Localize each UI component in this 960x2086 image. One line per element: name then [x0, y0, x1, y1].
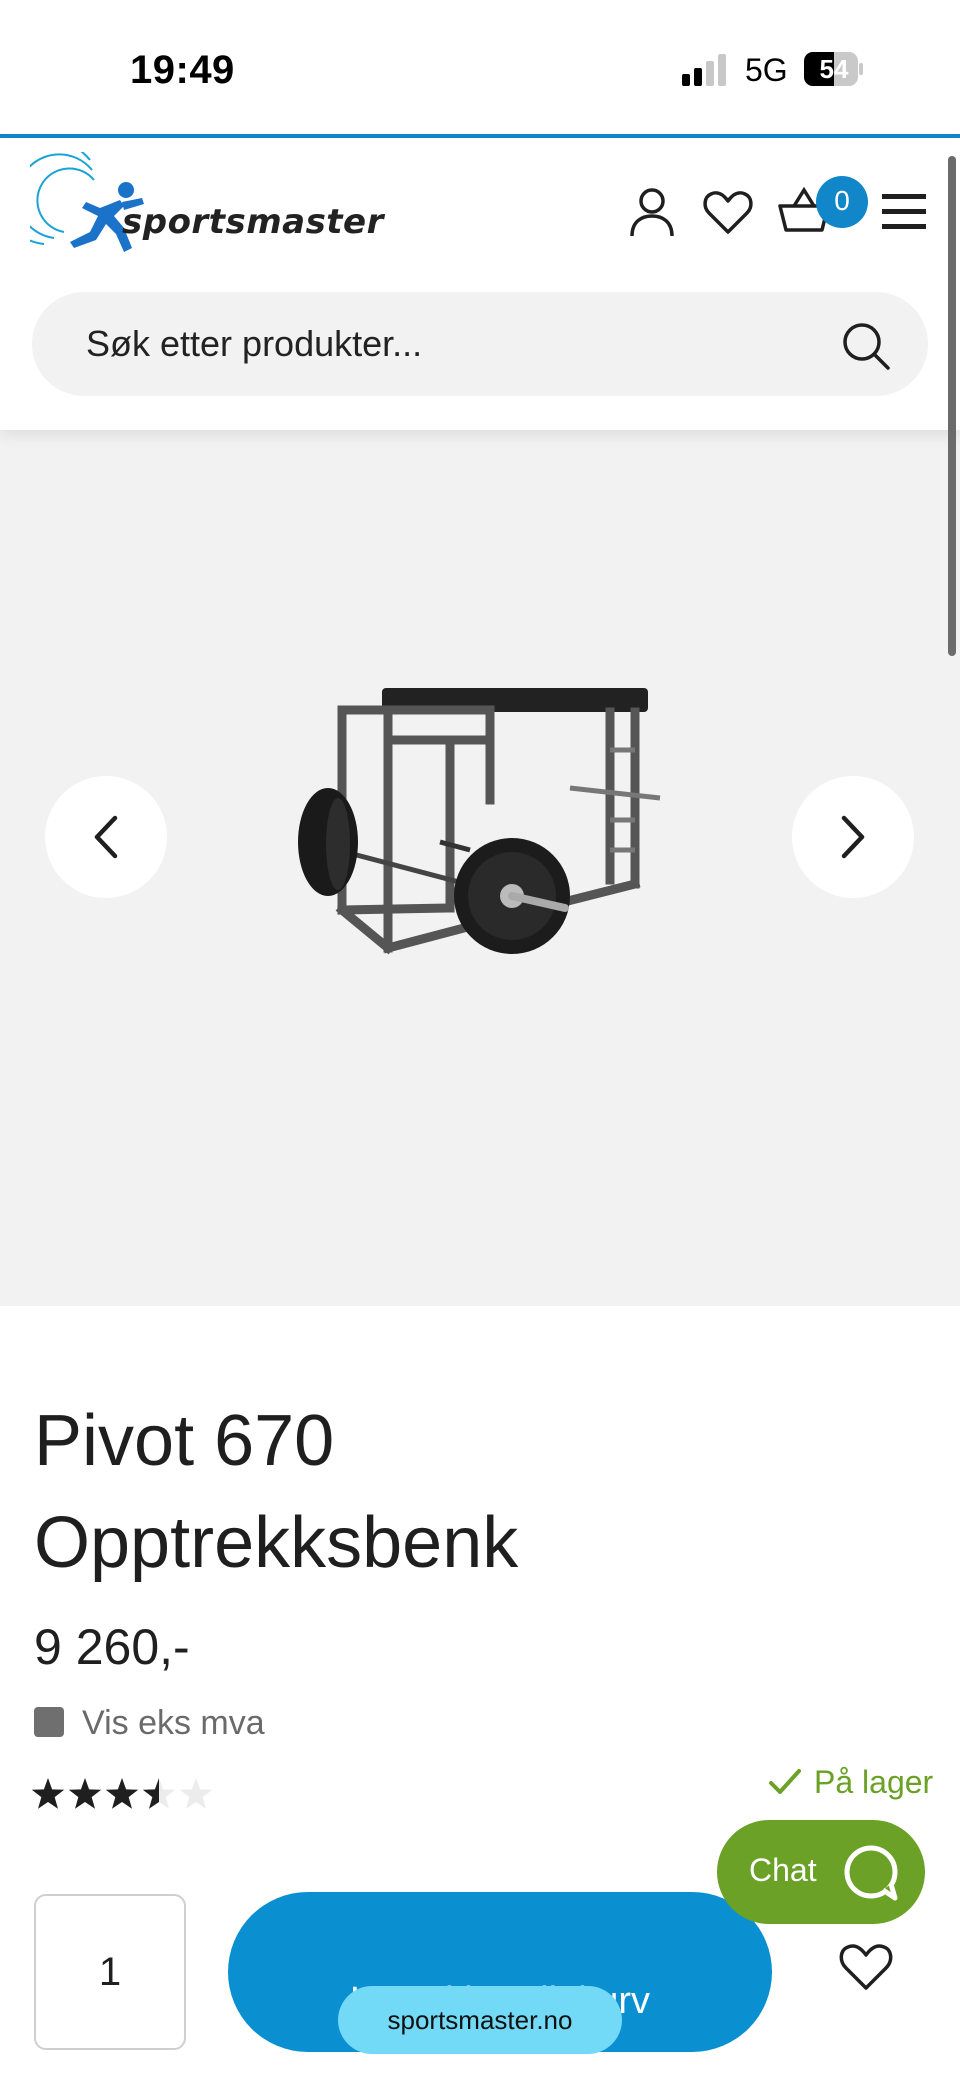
star-rating[interactable] [30, 1776, 216, 1812]
check-icon [769, 1769, 801, 1794]
quantity-field [34, 1894, 186, 2050]
product-title-line1: Pivot 670 [34, 1401, 335, 1481]
product-gallery [0, 430, 960, 1306]
vat-toggle-label[interactable]: Vis eks mva [82, 1704, 265, 1743]
network-type: 5G [745, 52, 788, 88]
account-icon[interactable] [624, 184, 680, 240]
chevron-left-icon [94, 815, 118, 859]
gallery-next-button[interactable] [792, 776, 914, 898]
chevron-right-icon [841, 815, 865, 859]
chat-button[interactable]: Chat [717, 1820, 925, 1924]
chat-label: Chat [749, 1852, 817, 1888]
status-bar: 19:49 5G 54 [0, 0, 960, 134]
product-title: Pivot 670 Opptrekksbenk [34, 1390, 914, 1594]
heart-icon[interactable] [836, 1938, 896, 1994]
star-filled [31, 1778, 65, 1809]
menu-icon[interactable] [878, 188, 930, 236]
gallery-prev-button[interactable] [45, 776, 167, 898]
product-price: 9 260,- [34, 1619, 190, 1675]
battery-level: 54 [819, 54, 849, 84]
search-input[interactable] [86, 322, 786, 366]
heart-icon[interactable] [700, 184, 756, 240]
page-scrollbar[interactable] [948, 156, 956, 656]
stock-status: På lager [768, 1762, 933, 1802]
battery-icon: 54 [804, 52, 864, 86]
status-time: 19:49 [130, 48, 235, 92]
search-bar [32, 292, 928, 396]
stock-status-label: På lager [814, 1763, 934, 1800]
logo-text: sportsmaster [122, 202, 384, 242]
site-header: sportsmaster 0 [0, 138, 960, 430]
star-empty [179, 1778, 213, 1809]
site-logo[interactable]: sportsmaster [30, 152, 390, 262]
star-filled [68, 1778, 102, 1809]
chat-bubble-icon [844, 1845, 898, 1901]
browser-url-bar[interactable]: sportsmaster.no [338, 1986, 622, 2054]
search-icon[interactable] [840, 320, 892, 372]
cart-count-badge[interactable]: 0 [816, 176, 868, 228]
product-title-line2: Opptrekksbenk [34, 1503, 519, 1583]
vat-toggle-checkbox[interactable] [34, 1707, 64, 1737]
star-filled [105, 1778, 139, 1809]
quantity-input[interactable] [36, 1896, 184, 2048]
product-image[interactable] [290, 680, 690, 970]
signal-icon [682, 54, 726, 86]
